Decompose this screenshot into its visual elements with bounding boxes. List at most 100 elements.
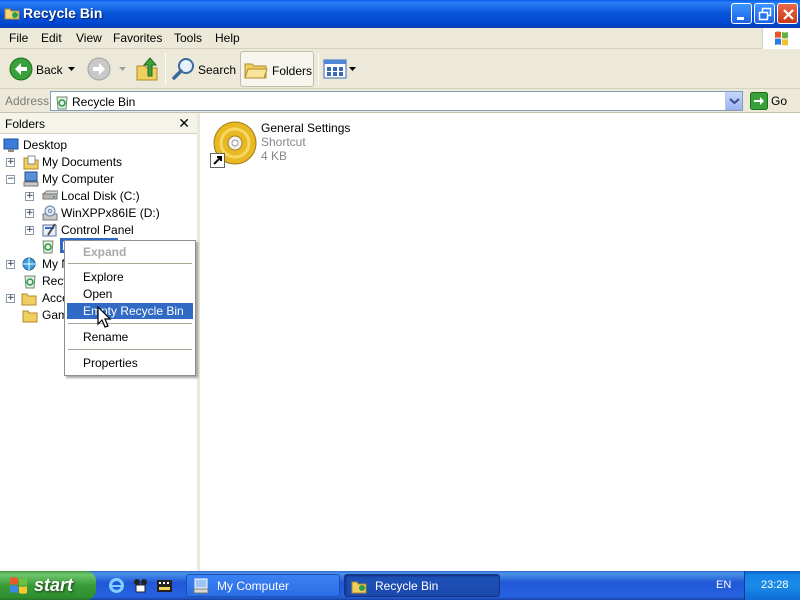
cd-shortcut-icon	[210, 121, 257, 168]
close-icon	[783, 9, 794, 20]
tree-item-control-panel[interactable]: + Control Panel	[25, 222, 165, 239]
minimize-icon	[737, 17, 744, 20]
tree-item-label: Control Panel	[61, 223, 134, 237]
address-label: Address	[5, 94, 50, 108]
tree-item-accessories[interactable]: + Acce	[6, 290, 69, 307]
computer-icon	[193, 578, 209, 594]
address-field[interactable]: Recycle Bin	[50, 91, 743, 111]
file-type: Shortcut	[261, 135, 306, 149]
close-icon[interactable]: ✕	[178, 116, 190, 130]
restore-icon	[758, 7, 772, 21]
folders-label: Folders	[272, 64, 313, 78]
clock[interactable]: 23:28	[761, 579, 789, 591]
mouse-cursor-icon	[97, 306, 112, 328]
expand-icon[interactable]: +	[25, 192, 34, 201]
context-menu: Expand Explore Open Empty Recycle Bin Re…	[64, 240, 196, 376]
views-dropdown-icon	[349, 67, 356, 71]
menu-view[interactable]: View	[76, 31, 102, 45]
taskbar: start My Computer Recycle Bin EN 23:28	[0, 571, 800, 600]
menu-item-expand: Expand	[83, 245, 127, 259]
forward-dropdown-icon	[119, 67, 126, 71]
start-label: start	[34, 575, 74, 595]
tree-item-my-computer[interactable]: − My Computer	[6, 171, 136, 188]
tree-item-label: Local Disk (C:)	[61, 189, 140, 203]
tree-item-label: My Documents	[42, 155, 123, 169]
collapse-icon[interactable]: −	[6, 175, 15, 184]
search-icon	[172, 58, 194, 80]
folders-pane-title: Folders	[5, 117, 46, 131]
search-label: Search	[198, 63, 237, 77]
menu-item-properties[interactable]: Properties	[67, 355, 193, 371]
menu-separator	[68, 263, 192, 264]
file-item-general-settings[interactable]: General Settings Shortcut 4 KB	[208, 118, 408, 170]
search-button[interactable]: Search	[170, 51, 237, 87]
minimize-button[interactable]	[731, 3, 752, 24]
close-button[interactable]	[777, 3, 798, 24]
menu-item-rename[interactable]: Rename	[67, 329, 193, 345]
folders-button[interactable]: Folders	[240, 51, 314, 87]
tree-item-label: My Computer	[42, 172, 115, 186]
recycle-folder-icon	[4, 8, 20, 20]
documents-folder-icon	[23, 155, 39, 170]
folder-up-icon	[136, 57, 158, 81]
menu-item-explore[interactable]: Explore	[67, 269, 193, 285]
address-dropdown-button[interactable]	[725, 92, 742, 110]
taskbar-button-my-computer[interactable]: My Computer	[186, 574, 340, 597]
start-button[interactable]: start	[0, 571, 96, 600]
tree-item-local-disk[interactable]: + Local Disk (C:)	[25, 188, 165, 205]
expand-icon[interactable]: +	[25, 226, 34, 235]
tree-item-cd-drive[interactable]: + WinXPPx86IE (D:)	[25, 205, 175, 222]
menu-help[interactable]: Help	[215, 31, 240, 45]
expand-icon[interactable]: +	[6, 260, 15, 269]
menu-file[interactable]: File	[9, 31, 28, 45]
recycle-bin-icon	[24, 275, 36, 289]
views-button[interactable]	[322, 51, 358, 87]
expand-icon[interactable]: +	[6, 294, 15, 303]
menu-bar: File Edit View Favorites Tools Help	[0, 28, 800, 49]
forward-button[interactable]	[86, 51, 126, 87]
system-tray: 23:28	[744, 571, 800, 600]
movie-maker-icon[interactable]	[156, 577, 173, 594]
go-label: Go	[771, 94, 788, 108]
toolbar: Back Search Folders	[0, 49, 800, 89]
back-dropdown-icon[interactable]	[68, 67, 75, 72]
recycle-bin-icon	[56, 96, 68, 110]
menu-item-empty-recycle-bin[interactable]: Empty Recycle Bin	[67, 303, 193, 319]
windows-logo-icon	[10, 577, 27, 594]
menu-separator	[68, 349, 192, 350]
expand-icon[interactable]: +	[25, 209, 34, 218]
title-bar[interactable]: Recycle Bin	[0, 0, 800, 28]
window-title: Recycle Bin	[23, 5, 103, 21]
desktop-icon	[3, 138, 19, 152]
cd-drive-icon	[42, 205, 58, 221]
folders-pane-header: Folders ✕	[0, 113, 197, 134]
tree-item-games[interactable]: Gam	[22, 307, 68, 324]
taskbar-button-recycle-bin[interactable]: Recycle Bin	[344, 574, 500, 597]
chevron-down-icon	[729, 98, 740, 105]
file-list[interactable]: General Settings Shortcut 4 KB	[203, 113, 800, 571]
go-button[interactable]: Go	[748, 91, 796, 111]
tree-item-desktop[interactable]: Desktop	[3, 137, 123, 154]
language-indicator[interactable]: EN	[716, 579, 731, 591]
taskbar-button-label: Recycle Bin	[375, 579, 439, 593]
folder-icon	[22, 310, 38, 323]
media-player-icon[interactable]	[132, 577, 149, 594]
menu-favorites[interactable]: Favorites	[113, 31, 162, 45]
maximize-button[interactable]	[754, 3, 775, 24]
menu-edit[interactable]: Edit	[41, 31, 62, 45]
back-button[interactable]: Back	[6, 51, 80, 87]
address-value: Recycle Bin	[72, 95, 136, 109]
tree-item-label: Desktop	[23, 138, 68, 152]
expand-icon[interactable]: +	[6, 158, 15, 167]
folder-icon	[21, 293, 37, 306]
internet-explorer-icon[interactable]	[108, 577, 125, 594]
menu-item-open[interactable]: Open	[67, 286, 193, 302]
recycle-folder-icon	[351, 581, 367, 594]
forward-arrow-icon	[87, 57, 111, 81]
up-button[interactable]	[134, 51, 160, 87]
tree-item-my-documents[interactable]: + My Documents	[6, 154, 136, 171]
toolbar-separator	[318, 53, 319, 85]
menu-tools[interactable]: Tools	[174, 31, 202, 45]
computer-icon	[23, 171, 39, 187]
file-name: General Settings	[261, 121, 351, 135]
